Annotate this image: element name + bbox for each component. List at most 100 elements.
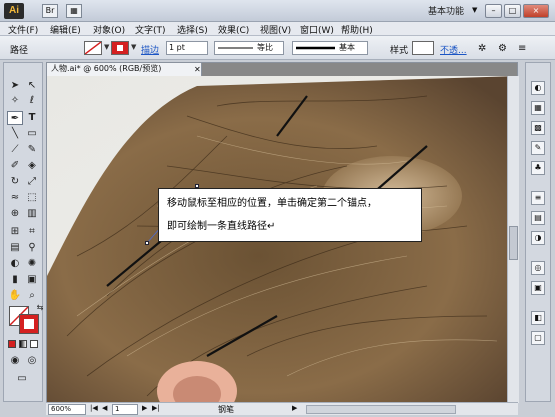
recolor-icon[interactable]: ✲ [478, 43, 486, 54]
draw-normal-icon[interactable]: ◉ [7, 354, 23, 368]
brushes-icon[interactable]: ✎ [531, 141, 545, 155]
perspective-grid-icon[interactable]: ⊞ [7, 225, 23, 239]
swatches-icon[interactable]: ▩ [531, 121, 545, 135]
eraser-icon[interactable]: ◈ [24, 159, 40, 173]
style-label: 样式 [390, 46, 409, 56]
menu-help[interactable]: 帮助(H) [341, 23, 373, 36]
chevron-down-icon[interactable]: ▼ [472, 6, 477, 14]
menu-edit[interactable]: 编辑(E) [50, 23, 81, 36]
first-page-icon[interactable]: |◀ [90, 404, 98, 412]
stroke-weight-field[interactable]: 1 pt [166, 41, 208, 55]
arrange-documents-button[interactable]: ▦ [66, 4, 82, 18]
hand-tool-icon[interactable]: ✋ [7, 289, 23, 303]
gradient-panel-icon[interactable]: ▤ [531, 211, 545, 225]
brush-select[interactable]: 基本 [292, 41, 368, 55]
artboard-tool-icon[interactable]: ▣ [24, 273, 40, 287]
stroke-swatch[interactable] [111, 41, 129, 55]
stroke-profile-select[interactable]: 等比 [214, 41, 284, 55]
document-tab-title: 人物.ai* @ 600% (RGB/预览) [51, 64, 162, 73]
next-page-icon[interactable]: ▶ [142, 404, 147, 412]
maximize-button[interactable]: □ [504, 4, 521, 18]
last-page-icon[interactable]: ▶| [152, 404, 160, 412]
menu-object[interactable]: 对象(O) [93, 23, 125, 36]
artboards-icon[interactable]: ▢ [531, 331, 545, 345]
stroke-dropdown-icon[interactable]: ▼ [131, 44, 138, 51]
workspace-switcher[interactable]: 基本功能 [428, 4, 464, 17]
menu-bar: 文件(F) 编辑(E) 对象(O) 文字(T) 选择(S) 效果(C) 视图(V… [0, 22, 555, 36]
blend-tool-icon[interactable]: ◐ [7, 257, 23, 271]
menu-effect[interactable]: 效果(C) [218, 23, 249, 36]
tools-panel: ➤ ↖ ✧ ℓ ✒ T ╲ ▭ ⟋ ✎ ✐ ◈ ↻ ⤢ ≈ ⬚ ⊕ ▥ ⊞ ⌗ … [3, 62, 43, 402]
title-bar: Ai Br ▦ 基本功能 ▼ – □ × [0, 0, 555, 22]
selection-tool-icon[interactable]: ➤ [7, 79, 23, 93]
warp-tool-icon[interactable]: ≈ [7, 191, 23, 205]
menu-select[interactable]: 选择(S) [177, 23, 208, 36]
bridge-button[interactable]: Br [42, 4, 58, 18]
rectangle-tool-icon[interactable]: ▭ [24, 127, 40, 141]
gear-icon[interactable]: ⚙ [498, 43, 507, 54]
layers-icon[interactable]: ◧ [531, 311, 545, 325]
app-logo: Ai [4, 3, 24, 19]
magic-wand-icon[interactable]: ✧ [7, 94, 23, 108]
document-tab[interactable]: 人物.ai* @ 600% (RGB/预览) ✕ [47, 63, 202, 76]
live-paint-icon[interactable]: ▥ [24, 207, 40, 221]
path-anchor-point[interactable] [145, 241, 149, 245]
vertical-scrollbar[interactable] [507, 76, 519, 403]
gradient-mode-icon[interactable] [19, 340, 27, 348]
color-panel-icon[interactable]: ◐ [531, 81, 545, 95]
column-graph-icon[interactable]: ▮ [7, 273, 23, 287]
opacity-link[interactable]: 不透... [440, 43, 467, 56]
close-icon[interactable]: ✕ [194, 64, 201, 76]
pencil-icon[interactable]: ✎ [24, 143, 40, 157]
brush-label: 基本 [339, 43, 355, 52]
no-fill-icon [84, 41, 102, 55]
stroke-panel-icon[interactable]: ≡ [531, 191, 545, 205]
menu-file[interactable]: 文件(F) [8, 23, 38, 36]
prev-page-icon[interactable]: ◀ [102, 404, 107, 412]
scale-tool-icon[interactable]: ⤢ [24, 175, 40, 189]
lasso-icon[interactable]: ℓ [24, 94, 40, 108]
status-bar: 600% |◀ ◀ 1 ▶ ▶| 钢笔 ▶ [46, 402, 518, 415]
shape-builder-icon[interactable]: ⊕ [7, 207, 23, 221]
symbol-sprayer-icon[interactable]: ✺ [24, 257, 40, 271]
menu-window[interactable]: 窗口(W) [300, 23, 334, 36]
pen-tool-icon[interactable]: ✒ [7, 111, 23, 125]
stroke-color-box[interactable] [19, 314, 39, 334]
options-menu-icon[interactable]: ≡ [518, 43, 526, 54]
appearance-icon[interactable]: ◎ [531, 261, 545, 275]
free-transform-icon[interactable]: ⬚ [24, 191, 40, 205]
zoom-field[interactable]: 600% [48, 404, 86, 415]
line-tool-icon[interactable]: ╲ [7, 127, 23, 141]
page-field[interactable]: 1 [112, 404, 138, 415]
minimize-button[interactable]: – [485, 4, 502, 18]
mesh-tool-icon[interactable]: ⌗ [24, 225, 40, 239]
draw-behind-icon[interactable]: ◎ [24, 354, 40, 368]
menu-type[interactable]: 文字(T) [135, 23, 166, 36]
menu-view[interactable]: 视图(V) [260, 23, 291, 36]
paintbrush-icon[interactable]: ⟋ [7, 143, 23, 157]
color-guide-icon[interactable]: ▦ [531, 101, 545, 115]
eyedropper-icon[interactable]: ⚲ [24, 241, 40, 255]
panel-dock: ◐ ▦ ▩ ✎ ♣ ≡ ▤ ◑ ◎ ▣ ◧ ▢ [525, 62, 551, 402]
fill-swatch[interactable] [84, 41, 102, 55]
gradient-tool-icon[interactable]: ▤ [7, 241, 23, 255]
close-button[interactable]: × [523, 4, 549, 18]
blob-brush-icon[interactable]: ✐ [7, 159, 23, 173]
stroke-link[interactable]: 描边 [141, 43, 159, 56]
transparency-icon[interactable]: ◑ [531, 231, 545, 245]
status-menu-icon[interactable]: ▶ [292, 404, 297, 412]
screen-mode-icon[interactable]: ▭ [14, 372, 30, 386]
rotate-tool-icon[interactable]: ↻ [7, 175, 23, 189]
brush-preview-icon [296, 46, 335, 50]
horizontal-scrollbar[interactable] [306, 405, 456, 414]
graphic-styles-icon[interactable]: ▣ [531, 281, 545, 295]
graphic-style-swatch[interactable] [412, 41, 434, 55]
color-mode-icon[interactable] [8, 340, 16, 348]
direct-selection-tool-icon[interactable]: ↖ [24, 79, 40, 93]
type-tool-icon[interactable]: T [24, 111, 40, 125]
none-mode-icon[interactable] [30, 340, 38, 348]
fill-dropdown-icon[interactable]: ▼ [104, 44, 111, 51]
vertical-scroll-thumb[interactable] [509, 226, 518, 260]
symbols-icon[interactable]: ♣ [531, 161, 545, 175]
instruction-callout: 移动鼠标至相应的位置，单击确定第二个锚点， 即可绘制一条直线路径↵ [158, 188, 422, 242]
